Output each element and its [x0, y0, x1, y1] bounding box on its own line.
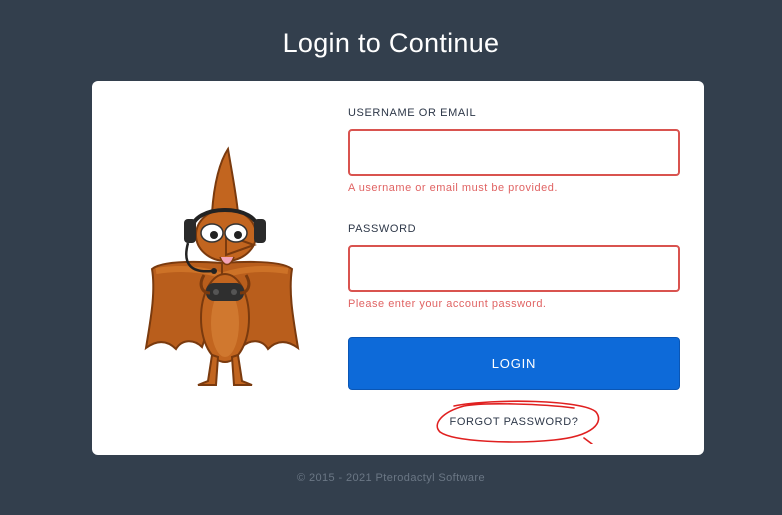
username-label: USERNAME OR EMAIL	[348, 107, 477, 119]
login-page: Login to Continue USERNAME OR EMAIL A us…	[0, 0, 782, 515]
footer-copyright: © 2015 - 2021 Pterodactyl Software	[296, 472, 486, 484]
username-input[interactable]	[348, 129, 680, 176]
login-card: USERNAME OR EMAIL A username or email mu…	[92, 81, 704, 455]
password-error: Please enter your account password.	[348, 298, 547, 310]
password-label: PASSWORD	[348, 223, 417, 235]
password-input[interactable]	[348, 245, 680, 292]
username-error: A username or email must be provided.	[348, 182, 558, 194]
page-title: Login to Continue	[282, 28, 500, 58]
pterodactyl-mascot-icon	[144, 146, 300, 386]
forgot-password-link[interactable]: FORGOT PASSWORD?	[348, 416, 680, 428]
login-button[interactable]: LOGIN	[348, 337, 680, 390]
